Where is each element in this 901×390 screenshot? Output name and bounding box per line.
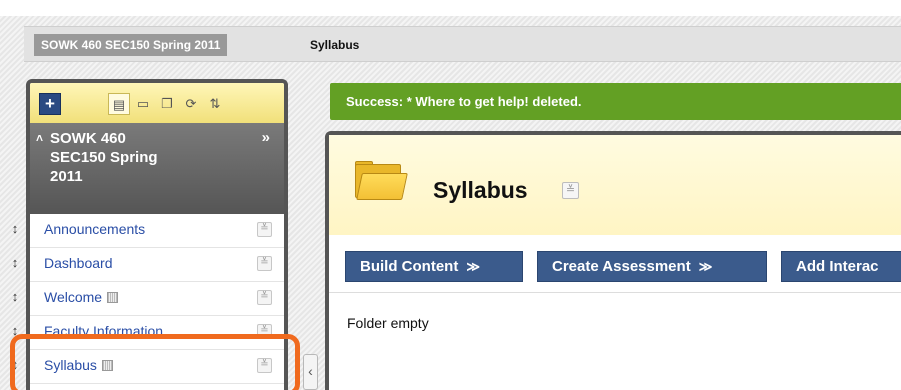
- course-menu-title: ˄ SOWK 460 SEC150 Spring 2011 »: [30, 123, 284, 214]
- syllabus-highlight: [10, 334, 300, 390]
- folder-view-icon[interactable]: ▭: [132, 93, 154, 115]
- course-name-line-3: 2011: [50, 168, 83, 185]
- menu-view-tools: ▤ ▭ ❐ ⟳ ⇅: [108, 93, 228, 115]
- chevron-left-icon: ‹: [308, 363, 313, 379]
- chevron-down-icon[interactable]: ≚: [562, 182, 579, 199]
- add-interactive-tool-label: Add Interac: [796, 258, 879, 275]
- window-icon[interactable]: ❐: [156, 93, 178, 115]
- menu-item-label[interactable]: Announcements: [44, 221, 145, 237]
- top-edge: [0, 0, 901, 16]
- expand-menu-icon[interactable]: »: [262, 129, 270, 146]
- menu-item-announcements[interactable]: Announcements ≚: [30, 214, 284, 248]
- list-view-icon[interactable]: ▤: [108, 93, 130, 115]
- create-assessment-label: Create Assessment: [552, 258, 691, 275]
- chevron-down-icon[interactable]: ≚: [257, 290, 272, 305]
- collapse-caret-icon[interactable]: ˄: [36, 131, 43, 145]
- sort-icon[interactable]: ⇅: [204, 93, 226, 115]
- menu-item-dashboard[interactable]: Dashboard ≚: [30, 248, 284, 282]
- build-content-button[interactable]: Build Content ≫: [345, 251, 523, 282]
- course-name[interactable]: SOWK 460 SEC150 Spring 2011: [50, 129, 240, 186]
- add-interactive-tool-button[interactable]: Add Interac: [781, 251, 901, 282]
- chevron-down-icon: ≫: [698, 259, 713, 274]
- build-content-label: Build Content: [360, 258, 459, 275]
- course-name-line-2: SEC150 Spring: [50, 149, 158, 166]
- create-assessment-button[interactable]: Create Assessment ≫: [537, 251, 767, 282]
- action-bar: Build Content ≫ Create Assessment ≫ Add In…: [329, 235, 901, 293]
- drag-handle-icon[interactable]: ↕: [8, 252, 22, 274]
- folder-icon: [355, 161, 408, 201]
- hidden-from-students-icon: [107, 292, 119, 303]
- breadcrumb-course[interactable]: SOWK 460 SEC150 Spring 2011: [34, 34, 228, 56]
- success-message: Success: * Where to get help! deleted.: [330, 83, 901, 120]
- breadcrumb-current-page: Syllabus: [310, 38, 360, 52]
- folder-empty-text: Folder empty: [347, 315, 429, 331]
- chevron-down-icon[interactable]: ≚: [257, 222, 272, 237]
- menu-item-label[interactable]: Dashboard: [44, 255, 113, 271]
- course-menu-toolbar: + ▤ ▭ ❐ ⟳ ⇅: [30, 83, 284, 123]
- content-panel: Syllabus ≚ Build Content ≫ Create Assessm…: [325, 131, 901, 390]
- menu-item-welcome[interactable]: Welcome ≚: [30, 282, 284, 316]
- course-name-line-1: SOWK 460: [50, 130, 126, 147]
- chevron-down-icon[interactable]: ≚: [257, 256, 272, 271]
- chevron-down-icon: ≫: [466, 259, 480, 274]
- menu-item-label[interactable]: Welcome: [44, 289, 102, 305]
- drag-handle-icon[interactable]: ↕: [8, 286, 22, 308]
- page-title: Syllabus: [433, 177, 528, 203]
- collapse-menu-tab[interactable]: ‹: [303, 354, 318, 390]
- refresh-icon[interactable]: ⟳: [180, 93, 202, 115]
- breadcrumb: SOWK 460 SEC150 Spring 2011 Syllabus: [24, 26, 901, 62]
- plus-icon: +: [45, 94, 55, 113]
- page-header: Syllabus ≚: [329, 135, 901, 235]
- drag-handle-icon[interactable]: ↕: [8, 218, 22, 240]
- add-menu-item-button[interactable]: +: [39, 93, 61, 115]
